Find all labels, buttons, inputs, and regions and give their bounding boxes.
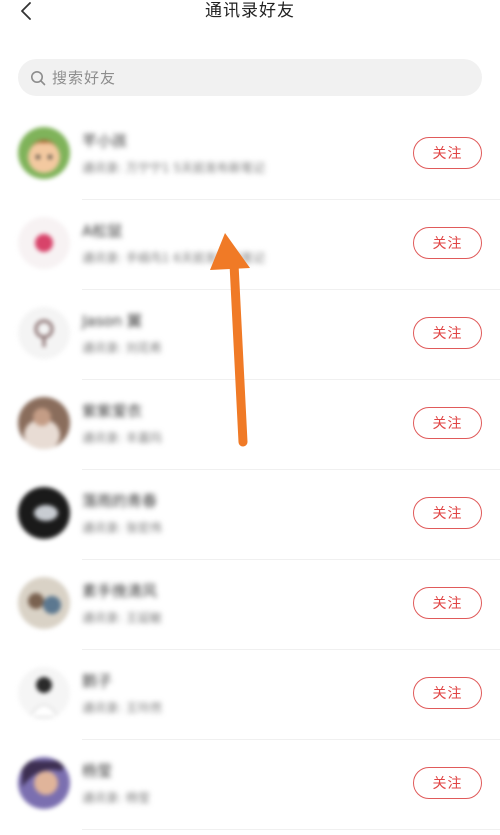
contact-subtitle: 通讯录: 王延敏	[82, 611, 162, 625]
contact-name: 落雨的青春	[82, 492, 158, 510]
avatar	[18, 667, 70, 719]
contact-subtitle: 通讯录: 手绢鸟1 6天前发布新笔记	[82, 251, 265, 265]
contact-row[interactable]: 落雨的青春 通讯录: 张宏伟 关注	[0, 470, 500, 560]
follow-button[interactable]: 关注	[413, 317, 482, 349]
contact-subtitle: 通讯录: 张宏伟	[82, 521, 162, 535]
avatar	[18, 397, 70, 449]
contact-list: 芊小孩 通讯录: 万宁宁1 5天前发布新笔记 关注 A松鼠 通讯录: 手绢鸟1 …	[0, 110, 500, 830]
follow-button[interactable]: 关注	[413, 587, 482, 619]
search-icon	[30, 70, 46, 86]
contact-name: 芊小孩	[82, 132, 128, 150]
follow-button[interactable]: 关注	[413, 407, 482, 439]
contact-name: 素手挽清风	[82, 582, 158, 600]
page-title: 通讯录好友	[205, 1, 295, 21]
follow-button[interactable]: 关注	[413, 767, 482, 799]
contact-name: 紫紫爱衣	[82, 402, 143, 420]
follow-button[interactable]: 关注	[413, 677, 482, 709]
contact-subtitle: 通讯录: 万宁宁1 5天前发布新笔记	[82, 161, 265, 175]
avatar	[18, 307, 70, 359]
contact-row[interactable]: 芊小孩 通讯录: 万宁宁1 5天前发布新笔记 关注	[0, 110, 500, 200]
contact-row[interactable]: Jason 翼 通讯录: 刘花希 关注	[0, 290, 500, 380]
header-bar: 通讯录好友	[0, 0, 500, 30]
contact-row[interactable]: 素手挽清风 通讯录: 王延敏 关注	[0, 560, 500, 650]
contact-row[interactable]: 杨莹 通讯录: 杨莹 关注	[0, 740, 500, 830]
avatar	[18, 487, 70, 539]
search-placeholder: 搜索好友	[52, 69, 117, 87]
contact-name: 鹅子	[82, 672, 113, 690]
contact-subtitle: 通讯录: 丰嘉玛	[82, 431, 162, 445]
follow-button[interactable]: 关注	[413, 227, 482, 259]
avatar	[18, 757, 70, 809]
avatar	[18, 127, 70, 179]
contact-row[interactable]: A松鼠 通讯录: 手绢鸟1 6天前发布新笔记 关注	[0, 200, 500, 290]
contact-subtitle: 通讯录: 杨莹	[82, 791, 150, 805]
contact-subtitle: 通讯录: 刘花希	[82, 341, 162, 355]
contact-name: Jason 翼	[82, 312, 142, 330]
contact-row[interactable]: 紫紫爱衣 通讯录: 丰嘉玛 关注	[0, 380, 500, 470]
avatar	[18, 577, 70, 629]
follow-button[interactable]: 关注	[413, 497, 482, 529]
contact-name: A松鼠	[82, 222, 123, 240]
search-input[interactable]: 搜索好友	[18, 59, 482, 96]
follow-button[interactable]: 关注	[413, 137, 482, 169]
contact-subtitle: 通讯录: 王玲然	[82, 701, 162, 715]
avatar	[18, 217, 70, 269]
contact-row[interactable]: 鹅子 通讯录: 王玲然 关注	[0, 650, 500, 740]
contact-name: 杨莹	[82, 762, 113, 780]
